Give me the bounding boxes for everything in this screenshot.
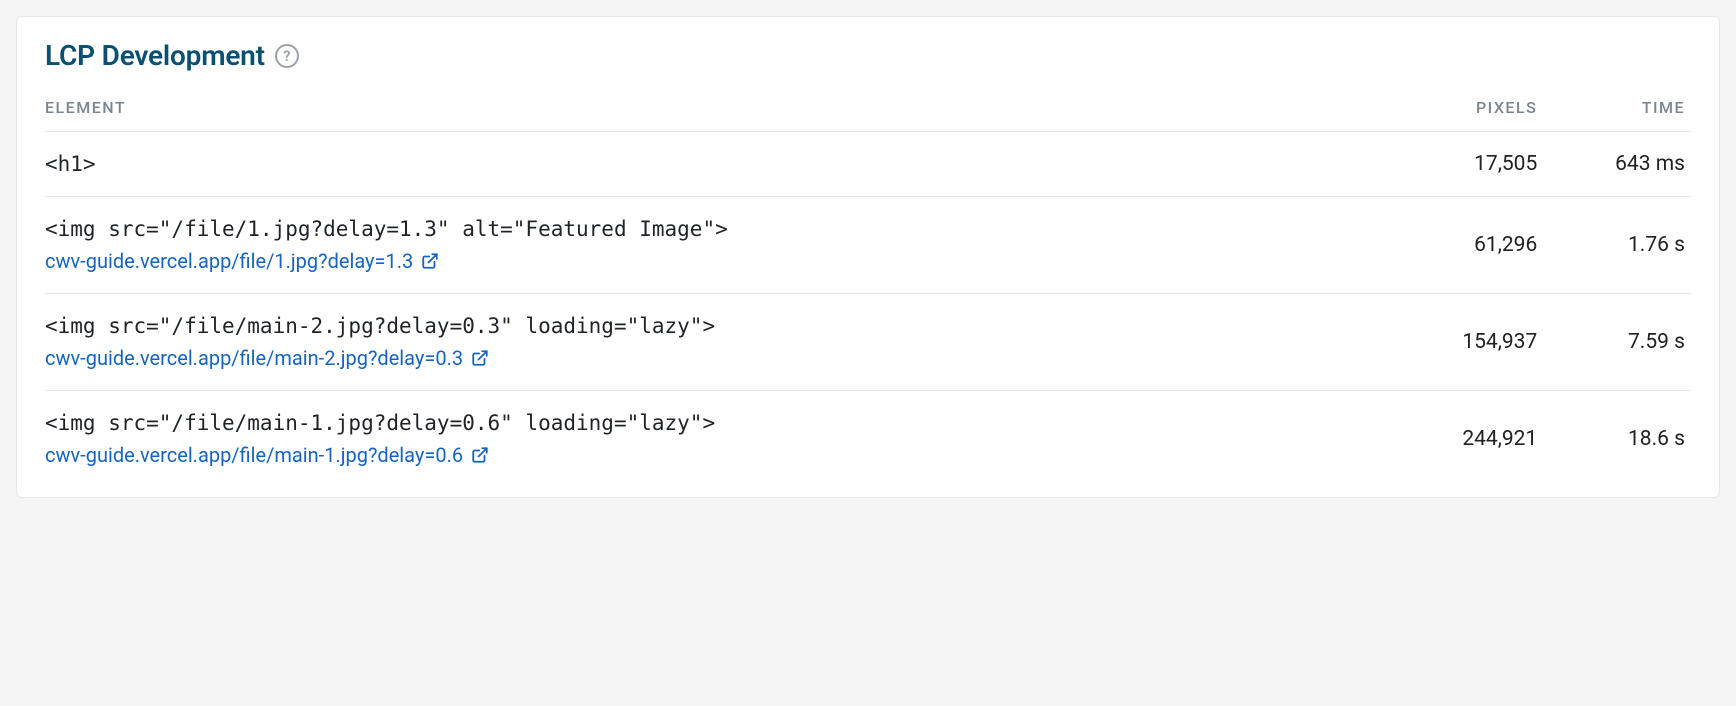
element-markup: <h1> (45, 152, 1380, 176)
lcp-development-panel: LCP Development ? ELEMENT PIXELS TIME <h… (16, 16, 1720, 498)
panel-header: LCP Development ? (45, 39, 1691, 72)
col-header-time[interactable]: TIME (1543, 98, 1691, 132)
cell-pixels: 17,505 (1386, 132, 1544, 197)
element-url-link[interactable]: cwv-guide.vercel.app/file/main-2.jpg?del… (45, 346, 463, 370)
element-url-link[interactable]: cwv-guide.vercel.app/file/1.jpg?delay=1.… (45, 249, 413, 273)
external-link-icon[interactable] (471, 446, 489, 464)
lcp-table: ELEMENT PIXELS TIME <h1>17,505643 ms <img… (45, 98, 1691, 487)
cell-pixels: 61,296 (1386, 197, 1544, 294)
element-markup: <img src="/file/main-1.jpg?delay=0.6" lo… (45, 411, 1380, 435)
cell-element: <h1> (45, 132, 1386, 197)
cell-time: 7.59 s (1543, 294, 1691, 391)
panel-title: LCP Development (45, 39, 265, 72)
cell-element: <img src="/file/1.jpg?delay=1.3" alt="Fe… (45, 197, 1386, 294)
element-link-row: cwv-guide.vercel.app/file/1.jpg?delay=1.… (45, 249, 1380, 273)
cell-element: <img src="/file/main-2.jpg?delay=0.3" lo… (45, 294, 1386, 391)
element-link-row: cwv-guide.vercel.app/file/main-2.jpg?del… (45, 346, 1380, 370)
cell-pixels: 244,921 (1386, 391, 1544, 488)
cell-element: <img src="/file/main-1.jpg?delay=0.6" lo… (45, 391, 1386, 488)
table-row: <img src="/file/main-2.jpg?delay=0.3" lo… (45, 294, 1691, 391)
help-icon[interactable]: ? (275, 44, 299, 68)
external-link-icon[interactable] (471, 349, 489, 367)
cell-time: 18.6 s (1543, 391, 1691, 488)
col-header-pixels[interactable]: PIXELS (1386, 98, 1544, 132)
table-row: <img src="/file/main-1.jpg?delay=0.6" lo… (45, 391, 1691, 488)
element-markup: <img src="/file/1.jpg?delay=1.3" alt="Fe… (45, 217, 1380, 241)
cell-time: 643 ms (1543, 132, 1691, 197)
element-link-row: cwv-guide.vercel.app/file/main-1.jpg?del… (45, 443, 1380, 467)
cell-time: 1.76 s (1543, 197, 1691, 294)
table-row: <img src="/file/1.jpg?delay=1.3" alt="Fe… (45, 197, 1691, 294)
table-row: <h1>17,505643 ms (45, 132, 1691, 197)
col-header-element[interactable]: ELEMENT (45, 98, 1386, 132)
element-url-link[interactable]: cwv-guide.vercel.app/file/main-1.jpg?del… (45, 443, 463, 467)
cell-pixels: 154,937 (1386, 294, 1544, 391)
external-link-icon[interactable] (421, 252, 439, 270)
element-markup: <img src="/file/main-2.jpg?delay=0.3" lo… (45, 314, 1380, 338)
